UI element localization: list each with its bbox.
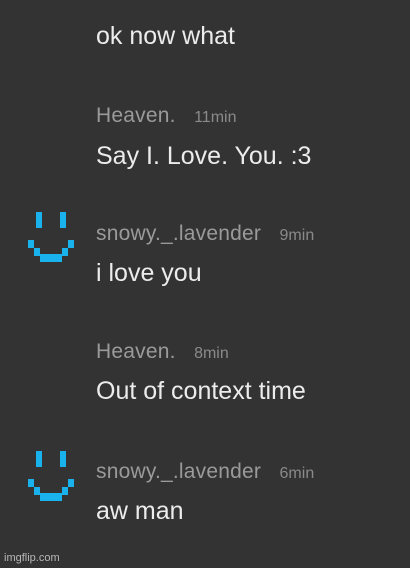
timestamp: 11min: [194, 109, 237, 126]
message-text: aw man: [96, 497, 184, 525]
message-text: ok now what: [96, 22, 235, 50]
author-name[interactable]: Heaven.: [96, 340, 176, 363]
message-text: i love you: [96, 259, 202, 287]
timestamp: 6min: [279, 465, 315, 482]
message-header: snowy._.lavender 9min: [96, 222, 314, 246]
pixel-smiley-icon[interactable]: [26, 449, 80, 503]
timestamp: 9min: [279, 227, 315, 244]
author-name[interactable]: snowy._.lavender: [96, 222, 261, 245]
pixel-smiley-icon[interactable]: [26, 210, 80, 264]
author-name[interactable]: snowy._.lavender: [96, 460, 261, 483]
message-header: snowy._.lavender 6min: [96, 460, 314, 484]
timestamp: 8min: [194, 345, 229, 362]
message-text: Out of context time: [96, 377, 306, 405]
message-text: Say I. Love. You. :3: [96, 142, 312, 170]
watermark: imgflip.com: [4, 552, 60, 564]
message-header: Heaven. 8min: [96, 340, 229, 364]
message-header: Heaven. 11min: [96, 104, 236, 128]
author-name[interactable]: Heaven.: [96, 104, 176, 127]
